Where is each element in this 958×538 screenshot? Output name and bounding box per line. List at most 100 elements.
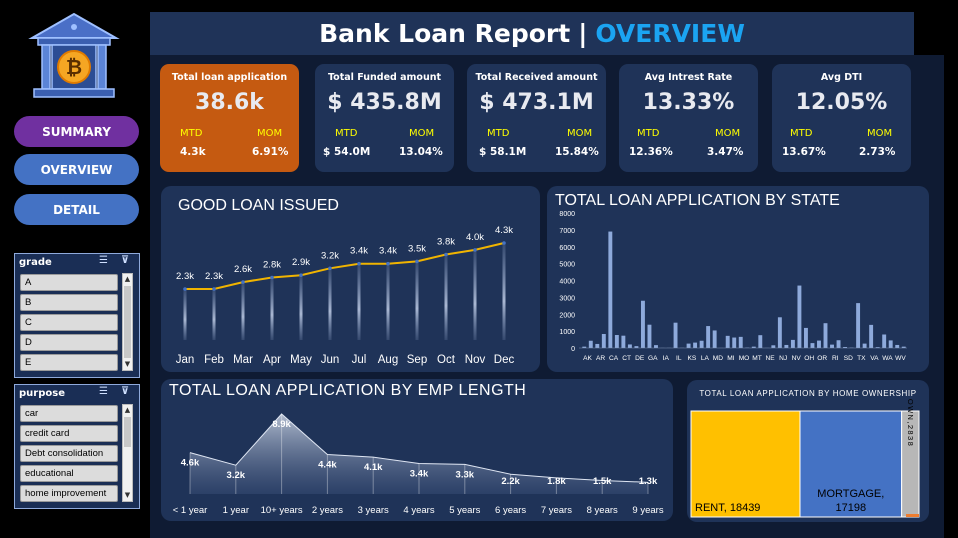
scroll-up-icon[interactable]: ▲ [123, 406, 132, 415]
kpi-mom-label: MOM [257, 128, 283, 139]
bar [784, 344, 789, 348]
purpose-item[interactable]: credit card [20, 425, 118, 442]
data-point [299, 273, 303, 277]
grade-item[interactable]: E [20, 354, 118, 371]
data-label: 4.6k [181, 458, 200, 469]
grade-slicer-title: grade [19, 256, 52, 268]
purpose-item[interactable]: educational [20, 465, 118, 482]
bar [640, 300, 645, 348]
grade-item[interactable]: B [20, 294, 118, 311]
data-label: 4.4k [318, 459, 337, 470]
data-label: 3.3k [456, 469, 475, 480]
multi-select-icon[interactable]: ☰ [99, 386, 108, 397]
x-tick-label: NV [792, 355, 802, 362]
x-tick-label: NJ [779, 355, 787, 362]
bar [595, 343, 600, 348]
data-label: 4.3k [495, 225, 513, 236]
drop-line [473, 249, 477, 340]
kpi-title: Avg DTI [820, 72, 863, 83]
x-tick-label: < 1 year [173, 505, 208, 516]
scroll-down-icon[interactable]: ▼ [123, 360, 132, 369]
x-tick-label: LA [701, 355, 710, 362]
multi-select-icon[interactable]: ☰ [99, 255, 108, 266]
kpi-avg-dti: Avg DTI 12.05% MTD MOM 13.67% 2.73% [772, 64, 911, 172]
grade-slicer: grade ☰ ⊽ A B C D E ▲ ▼ [14, 253, 140, 378]
kpi-mom-value: 13.04% [399, 146, 443, 158]
data-label: 2.8k [263, 260, 281, 271]
drop-line [270, 277, 274, 340]
scroll-down-icon[interactable]: ▼ [123, 491, 132, 500]
emp-length-panel: TOTAL LOAN APPLICATION BY EMP LENGTH 4.6… [161, 379, 673, 521]
grade-item[interactable]: A [20, 274, 118, 291]
purpose-item[interactable]: home improvement [20, 485, 118, 502]
bar [882, 334, 887, 348]
drop-line [328, 268, 332, 340]
x-tick-label: GA [648, 355, 658, 362]
bar [803, 327, 808, 348]
kpi-mom-value: 2.73% [859, 146, 896, 158]
bar [790, 339, 795, 348]
grade-scrollbar[interactable]: ▲ ▼ [122, 273, 133, 371]
x-tick-label: KS [687, 355, 696, 362]
scroll-thumb[interactable] [124, 417, 131, 447]
detail-button[interactable]: DETAIL [14, 194, 139, 225]
series-line [185, 242, 505, 290]
x-tick-label: 4 years [403, 505, 434, 516]
clear-filter-icon[interactable]: ⊽ [121, 255, 129, 266]
data-label: 3.4k [379, 246, 397, 257]
grade-item[interactable]: C [20, 314, 118, 331]
kpi-total-loan-application: Total loan application 38.6k MTD MOM 4.3… [160, 64, 299, 172]
kpi-mom-value: 6.91% [252, 146, 289, 158]
data-point [328, 266, 332, 271]
good-loan-panel: GOOD LOAN ISSUED 2.3k Jan 2.3k Feb 2.6k Mar 2.… [161, 186, 540, 372]
scroll-thumb[interactable] [124, 286, 131, 358]
scroll-up-icon[interactable]: ▲ [123, 275, 132, 284]
x-tick-label: Oct [437, 354, 456, 366]
grade-item[interactable]: D [20, 334, 118, 351]
x-tick-label: 2 years [312, 505, 343, 516]
data-label: 1.8k [547, 476, 566, 487]
bar [712, 330, 717, 348]
kpi-mom-label: MOM [409, 128, 435, 139]
kpi-title: Avg Intrest Rate [644, 72, 733, 83]
purpose-item[interactable]: car [20, 405, 118, 422]
kpi-title: Total loan application [171, 72, 288, 83]
x-tick-label: CT [622, 355, 631, 362]
data-label: 3.8k [437, 237, 455, 248]
bar [627, 344, 632, 348]
x-tick-label: TX [857, 355, 866, 362]
y-tick-label: 7000 [559, 228, 575, 235]
purpose-item[interactable]: Debt consolidation [20, 445, 118, 462]
drop-line [241, 282, 245, 340]
x-tick-label: Mar [233, 354, 253, 366]
kpi-mom-label: MOM [567, 128, 593, 139]
x-tick-label: SD [844, 355, 853, 362]
home-ownership-treemap: RENT, 18439 MORTGAGE, 17198 OWN,2838 [690, 399, 920, 518]
y-tick-label: 2000 [559, 312, 575, 319]
x-tick-label: 6 years [495, 505, 526, 516]
bar [862, 343, 867, 348]
bank-bitcoin-icon: ₿ [28, 12, 120, 98]
x-tick-label: MI [727, 355, 734, 362]
state-panel: TOTAL LOAN APPLICATION BY STATE 0 1000 200… [547, 186, 929, 372]
title-accent: OVERVIEW [595, 19, 745, 48]
emp-length-area-chart: 4.6k < 1 year 3.2k 1 year 8.9k 10+ years 4.4k 2… [173, 413, 664, 516]
clear-filter-icon[interactable]: ⊽ [121, 386, 129, 397]
kpi-mtd-value: 12.36% [629, 146, 673, 158]
bank-logo: ₿ [28, 12, 120, 104]
bar [647, 324, 652, 348]
purpose-scrollbar[interactable]: ▲ ▼ [122, 404, 133, 502]
y-tick-label: 3000 [559, 295, 575, 302]
summary-button[interactable]: SUMMARY [14, 116, 139, 147]
bar [836, 340, 841, 348]
x-tick-label: Jun [321, 354, 340, 366]
bar [725, 335, 730, 348]
bar [856, 303, 861, 348]
bar [654, 345, 658, 348]
data-label: 1.5k [593, 476, 612, 487]
drop-line [502, 243, 506, 340]
overview-button[interactable]: OVERVIEW [14, 154, 139, 185]
y-tick-label: 8000 [559, 211, 575, 218]
kpi-value: 12.05% [795, 90, 888, 115]
x-tick-label: WV [895, 355, 906, 362]
